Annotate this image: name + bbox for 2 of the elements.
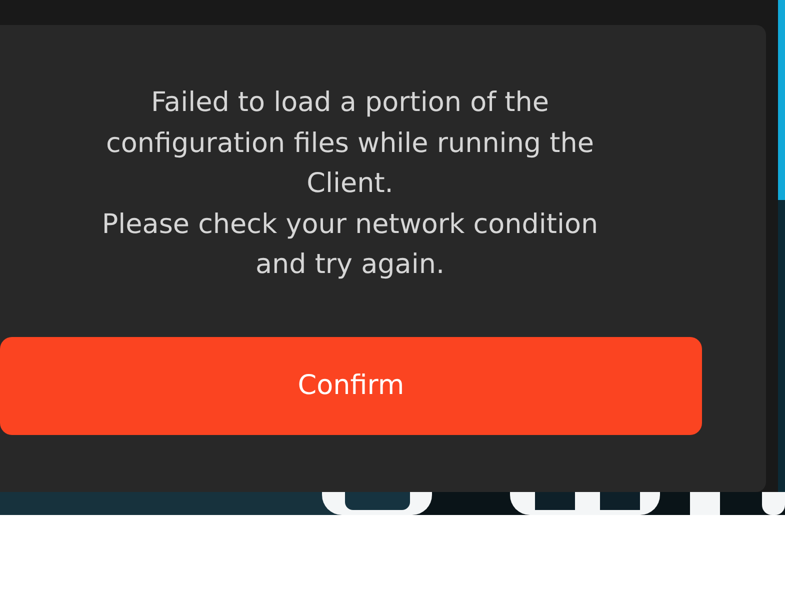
confirm-button[interactable]: Confirm (0, 336, 702, 434)
error-message: Failed to load a portion of the configuration files while running the Client. Please check your network condition and try again. (100, 86, 600, 282)
